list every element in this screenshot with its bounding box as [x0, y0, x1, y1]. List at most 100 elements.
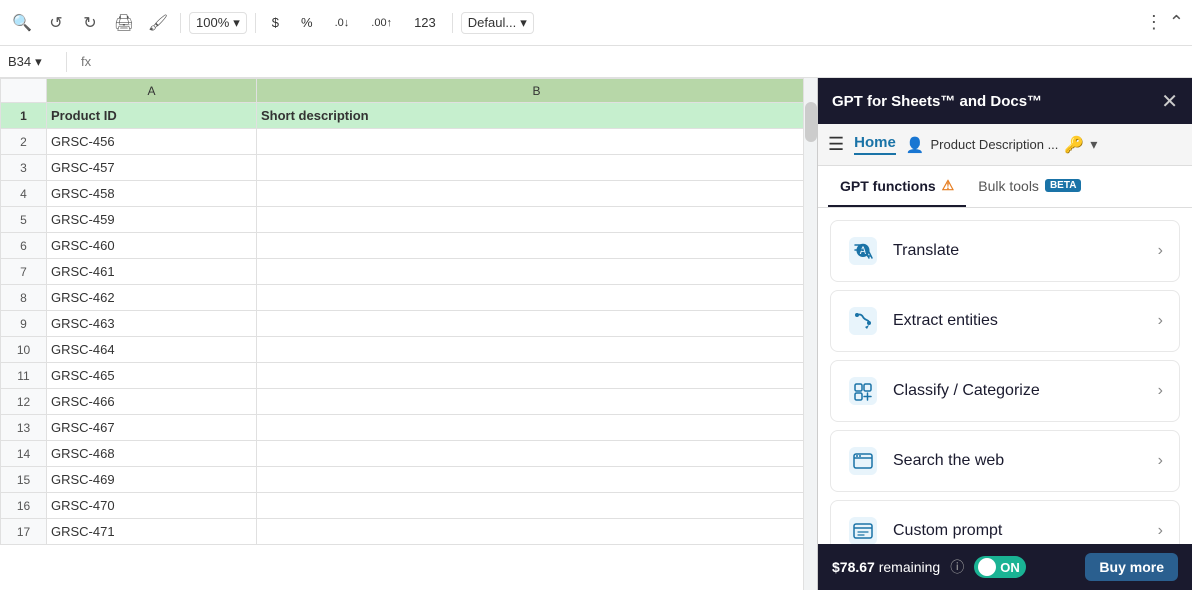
cell-a[interactable]: Product ID [47, 103, 257, 129]
table-row[interactable]: 1Product IDShort description [1, 103, 804, 129]
cell-b[interactable] [257, 207, 804, 233]
percent-button[interactable]: % [293, 12, 321, 33]
row-number: 15 [1, 467, 47, 493]
table-row[interactable]: 16GRSC-470 [1, 493, 804, 519]
cell-a[interactable]: GRSC-468 [47, 441, 257, 467]
cell-reference[interactable]: B34 ▾ [8, 54, 58, 70]
cell-a[interactable]: GRSC-464 [47, 337, 257, 363]
cell-a[interactable]: GRSC-461 [47, 259, 257, 285]
sheet-body: 1Product IDShort description2GRSC-4563GR… [1, 103, 804, 545]
cell-b[interactable] [257, 155, 804, 181]
decrease-decimals-button[interactable]: .0↓ [327, 14, 358, 32]
paint-format-icon[interactable]: 🖌 [144, 9, 172, 37]
table-row[interactable]: 3GRSC-457 [1, 155, 804, 181]
tool-translate[interactable]: 🅐 Translate › [830, 220, 1180, 282]
cell-a[interactable]: GRSC-466 [47, 389, 257, 415]
zoom-selector[interactable]: 100% ▾ [189, 12, 247, 34]
column-b-header[interactable]: B [257, 79, 804, 103]
tool-classify-categorize[interactable]: Classify / Categorize › [830, 360, 1180, 422]
tab-bulk-tools[interactable]: Bulk tools BETA [966, 166, 1093, 207]
custom-prompt-icon [847, 515, 879, 544]
number-format-button[interactable]: 123 [406, 12, 444, 33]
buy-more-button[interactable]: Buy more [1085, 553, 1178, 581]
cell-b[interactable] [257, 467, 804, 493]
toolbar-divider-1 [180, 13, 181, 33]
table-row[interactable]: 13GRSC-467 [1, 415, 804, 441]
table-row[interactable]: 17GRSC-471 [1, 519, 804, 545]
cell-b[interactable] [257, 285, 804, 311]
scrollbar-thumb[interactable] [805, 102, 817, 142]
cell-a[interactable]: GRSC-460 [47, 233, 257, 259]
hamburger-menu-button[interactable]: ☰ [828, 134, 844, 155]
cell-b[interactable]: Short description [257, 103, 804, 129]
nav-chevron-icon[interactable]: ▾ [1090, 136, 1097, 153]
row-number: 3 [1, 155, 47, 181]
warning-icon: ⚠ [942, 177, 955, 194]
tool-extract-entities[interactable]: Extract entities › [830, 290, 1180, 352]
cell-a[interactable]: GRSC-463 [47, 311, 257, 337]
toggle-switch[interactable]: ON [974, 556, 1026, 578]
column-a-header[interactable]: A [47, 79, 257, 103]
cell-a[interactable]: GRSC-456 [47, 129, 257, 155]
redo-icon[interactable]: ↻ [76, 9, 104, 37]
row-number: 12 [1, 389, 47, 415]
row-number: 8 [1, 285, 47, 311]
cell-b[interactable] [257, 129, 804, 155]
row-number: 5 [1, 207, 47, 233]
cell-a[interactable]: GRSC-459 [47, 207, 257, 233]
cell-b[interactable] [257, 389, 804, 415]
cell-a[interactable]: GRSC-465 [47, 363, 257, 389]
cell-a[interactable]: GRSC-471 [47, 519, 257, 545]
cell-b[interactable] [257, 337, 804, 363]
cell-b[interactable] [257, 441, 804, 467]
undo-icon[interactable]: ↺ [42, 9, 70, 37]
cell-a[interactable]: GRSC-457 [47, 155, 257, 181]
increase-decimals-button[interactable]: .00↑ [363, 14, 400, 32]
table-row[interactable]: 14GRSC-468 [1, 441, 804, 467]
collapse-button[interactable]: ⌃ [1169, 12, 1184, 33]
table-row[interactable]: 5GRSC-459 [1, 207, 804, 233]
table-row[interactable]: 11GRSC-465 [1, 363, 804, 389]
table-row[interactable]: 9GRSC-463 [1, 311, 804, 337]
row-number: 2 [1, 129, 47, 155]
table-row[interactable]: 6GRSC-460 [1, 233, 804, 259]
cell-a[interactable]: GRSC-469 [47, 467, 257, 493]
cell-b[interactable] [257, 519, 804, 545]
search-icon[interactable]: 🔍 [8, 9, 36, 37]
cell-b[interactable] [257, 181, 804, 207]
row-number: 17 [1, 519, 47, 545]
cell-a[interactable]: GRSC-462 [47, 285, 257, 311]
more-menu-button[interactable]: ⋮ [1145, 12, 1163, 33]
home-nav-button[interactable]: Home [854, 134, 896, 155]
table-row[interactable]: 2GRSC-456 [1, 129, 804, 155]
cell-a[interactable]: GRSC-470 [47, 493, 257, 519]
table-row[interactable]: 7GRSC-461 [1, 259, 804, 285]
vertical-scrollbar[interactable] [803, 78, 817, 590]
cell-a[interactable]: GRSC-458 [47, 181, 257, 207]
cell-b[interactable] [257, 415, 804, 441]
cell-b[interactable] [257, 233, 804, 259]
tab-gpt-functions[interactable]: GPT functions ⚠ [828, 166, 966, 207]
tool-search-the-web[interactable]: Search the web › [830, 430, 1180, 492]
table-row[interactable]: 12GRSC-466 [1, 389, 804, 415]
cell-a[interactable]: GRSC-467 [47, 415, 257, 441]
table-row[interactable]: 15GRSC-469 [1, 467, 804, 493]
info-icon[interactable]: ⓘ [950, 557, 964, 577]
panel-title: GPT for Sheets™ and Docs™ [832, 93, 1042, 110]
table-row[interactable]: 10GRSC-464 [1, 337, 804, 363]
cell-b[interactable] [257, 363, 804, 389]
person-icon: 👤 [906, 136, 925, 154]
print-icon[interactable]: 🖨 [110, 9, 138, 37]
formula-input[interactable] [105, 54, 1184, 69]
cell-b[interactable] [257, 311, 804, 337]
panel-close-button[interactable]: ✕ [1161, 89, 1178, 114]
tool-custom-prompt[interactable]: Custom prompt › [830, 500, 1180, 544]
cell-b[interactable] [257, 259, 804, 285]
table-row[interactable]: 4GRSC-458 [1, 181, 804, 207]
table-row[interactable]: 8GRSC-462 [1, 285, 804, 311]
cell-b[interactable] [257, 493, 804, 519]
toggle-label: ON [1000, 560, 1020, 575]
currency-button[interactable]: $ [264, 12, 287, 33]
spreadsheet: A B 1Product IDShort description2GRSC-45… [0, 78, 803, 590]
font-selector[interactable]: Defaul... ▾ [461, 12, 534, 34]
